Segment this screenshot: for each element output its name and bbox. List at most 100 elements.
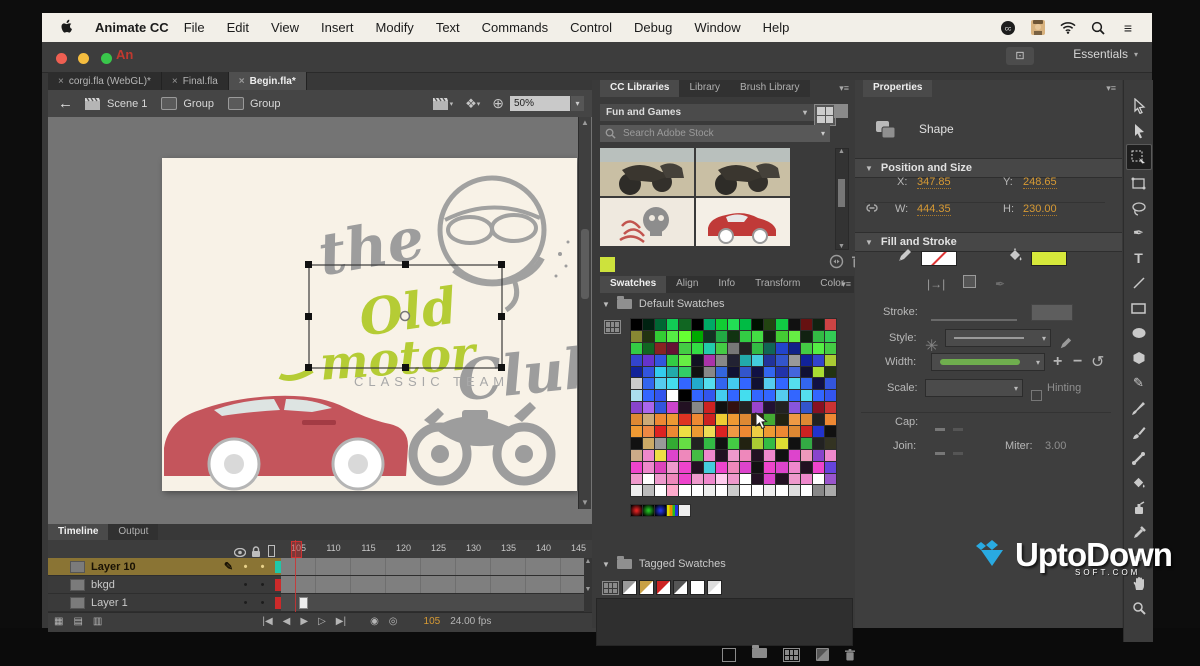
bone-tool[interactable] (1127, 446, 1151, 470)
color-swatch[interactable] (631, 378, 642, 389)
miter-value[interactable]: 3.00 (1045, 440, 1066, 452)
creative-cloud-icon[interactable]: cc (1000, 20, 1016, 36)
duplicate-swatch-icon[interactable] (816, 648, 829, 661)
document-tab[interactable]: ×Begin.fla* (229, 72, 307, 90)
color-swatch[interactable] (679, 331, 690, 342)
zoom-tool[interactable] (1127, 596, 1151, 620)
paint-bucket-tool[interactable] (1127, 471, 1151, 495)
close-window-button[interactable] (56, 53, 67, 64)
close-icon[interactable]: × (172, 76, 178, 87)
menu-item[interactable]: Control (570, 20, 612, 35)
color-swatch[interactable] (655, 450, 666, 461)
frame-number[interactable]: 135 (491, 543, 526, 553)
default-swatches-group[interactable]: ▼ Default Swatches (602, 298, 725, 310)
color-swatch[interactable] (704, 378, 715, 389)
color-swatch[interactable] (764, 462, 775, 473)
color-swatch[interactable] (655, 438, 666, 449)
new-swatch-icon[interactable] (722, 648, 736, 662)
color-swatch[interactable] (667, 367, 678, 378)
pen-tool[interactable]: ✒ (1127, 221, 1151, 245)
rectangle-tool[interactable] (1127, 296, 1151, 320)
color-swatch[interactable] (679, 343, 690, 354)
ink-bottle-tool[interactable] (1127, 496, 1151, 520)
color-swatch[interactable] (679, 367, 690, 378)
color-swatch[interactable] (825, 319, 836, 330)
color-swatch[interactable] (789, 319, 800, 330)
layer-frames-strip[interactable] (281, 594, 592, 612)
lock-aspect-ratio-icon[interactable] (865, 202, 879, 216)
layer-lock-dot[interactable]: • (254, 561, 271, 573)
lasso-tool[interactable] (1127, 196, 1151, 220)
search-scope-dropdown[interactable]: ▾ (816, 129, 830, 138)
remove-width-profile-icon[interactable]: − (1073, 353, 1082, 371)
color-swatch[interactable] (716, 450, 727, 461)
color-swatch[interactable] (813, 438, 824, 449)
scroll-down-arrow[interactable]: ▼ (579, 497, 591, 509)
color-swatch[interactable] (728, 390, 739, 401)
color-swatch[interactable] (679, 414, 690, 425)
subselection-tool[interactable] (1127, 119, 1151, 143)
color-swatch[interactable] (655, 414, 666, 425)
tab[interactable]: Info (708, 276, 745, 293)
color-swatch[interactable] (667, 426, 678, 437)
color-swatch[interactable] (801, 390, 812, 401)
frame-number[interactable]: 110 (316, 543, 351, 553)
color-swatch[interactable] (679, 402, 690, 413)
color-swatch[interactable] (789, 426, 800, 437)
color-swatch[interactable] (776, 331, 787, 342)
color-swatch[interactable] (776, 378, 787, 389)
color-swatch[interactable] (655, 426, 666, 437)
section-position-and-size[interactable]: ▼ Position and Size (855, 158, 1122, 178)
selection-tool[interactable] (1127, 94, 1151, 118)
tagged-grid-view-icon[interactable] (602, 581, 619, 595)
grid-view-icon[interactable] (814, 104, 836, 126)
color-swatch[interactable] (825, 450, 836, 461)
color-swatch[interactable] (716, 426, 727, 437)
color-swatch[interactable] (643, 485, 654, 496)
adobe-stock-search[interactable]: ▾ (600, 125, 830, 142)
color-swatch[interactable] (679, 390, 690, 401)
gradient-transform-tool[interactable] (1127, 171, 1151, 195)
color-swatch[interactable] (789, 485, 800, 496)
stage-pasteboard[interactable]: the Club Old motor CLASSIC TEAM (48, 117, 592, 566)
color-swatch[interactable] (776, 390, 787, 401)
join-option-icon[interactable] (935, 452, 945, 455)
color-swatch[interactable] (801, 474, 812, 485)
color-swatch[interactable] (655, 331, 666, 342)
tagged-swatch[interactable] (639, 580, 654, 595)
color-swatch[interactable] (716, 331, 727, 342)
color-swatch[interactable] (764, 390, 775, 401)
menu-item[interactable]: Edit (227, 20, 249, 35)
color-swatch[interactable] (679, 462, 690, 473)
free-transform-tool[interactable] (1126, 144, 1152, 170)
oval-tool[interactable] (1127, 321, 1151, 345)
color-swatch[interactable] (667, 343, 678, 354)
color-swatch[interactable] (704, 414, 715, 425)
line-tool[interactable] (1127, 271, 1151, 295)
color-swatch[interactable] (740, 438, 751, 449)
color-swatch[interactable] (631, 390, 642, 401)
step-forward-icon[interactable]: ▷ (318, 616, 326, 627)
color-swatch[interactable] (692, 414, 703, 425)
edit-symbols-icon[interactable]: ❖▾ (465, 96, 480, 112)
color-swatch[interactable] (764, 485, 775, 496)
color-swatch[interactable] (667, 462, 678, 473)
publish-settings-icon[interactable]: ⊡ (1006, 47, 1034, 65)
go-to-first-frame-icon[interactable]: |◀ (262, 616, 272, 627)
onion-skin-outline-icon[interactable]: ◎ (389, 616, 398, 627)
color-swatch[interactable] (789, 378, 800, 389)
color-swatch[interactable] (764, 367, 775, 378)
color-swatch[interactable] (813, 378, 824, 389)
color-swatch[interactable] (728, 378, 739, 389)
color-swatch[interactable] (789, 438, 800, 449)
color-swatch[interactable] (631, 331, 642, 342)
color-swatch[interactable] (667, 402, 678, 413)
color-swatch[interactable] (704, 367, 715, 378)
menu-item[interactable]: Text (436, 20, 460, 35)
join-option-icon[interactable] (953, 452, 963, 455)
stage-vertical-scrollbar[interactable]: ▲ ▼ (578, 117, 591, 509)
color-swatch[interactable] (643, 414, 654, 425)
color-swatch[interactable] (679, 355, 690, 366)
frame-rate-indicator[interactable]: 24.00 fps (450, 616, 491, 627)
color-swatch[interactable] (716, 474, 727, 485)
